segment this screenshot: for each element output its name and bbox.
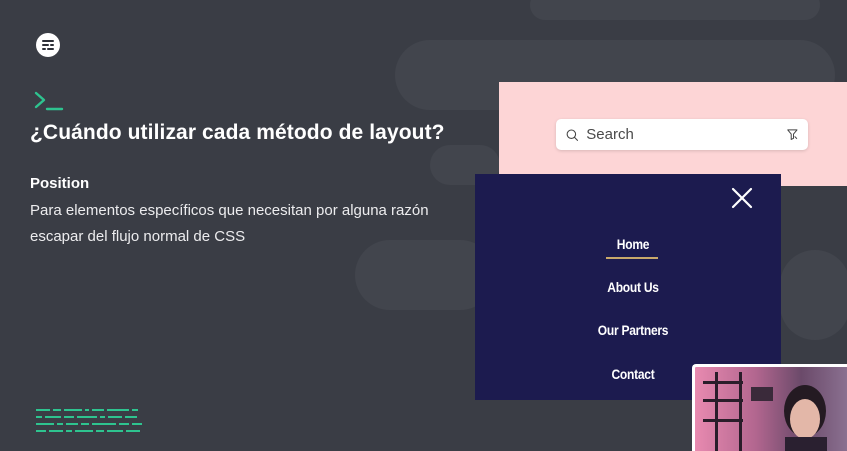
background-shape: [530, 0, 820, 20]
background-shape: [780, 250, 847, 340]
description-text: Para elementos específicos que necesitan…: [30, 202, 429, 245]
section-label: Position: [30, 175, 90, 192]
nav-item-our-partners[interactable]: Our Partners: [581, 322, 684, 338]
funnel-icon[interactable]: [787, 127, 798, 142]
search-input[interactable]: [584, 125, 788, 144]
nav-item-contact[interactable]: Contact: [581, 366, 684, 382]
brand-logo: [36, 33, 60, 57]
decorative-dashes: [36, 409, 142, 437]
page-title: ¿Cuándo utilizar cada método de layout?: [30, 121, 445, 144]
close-icon[interactable]: [730, 186, 754, 210]
search-bar[interactable]: [556, 119, 808, 150]
terminal-prompt-icon: [34, 90, 64, 117]
background-shape: [355, 240, 495, 310]
presenter-video: [703, 372, 827, 451]
webcam-overlay: [692, 364, 847, 451]
nav-item-about-us[interactable]: About Us: [581, 279, 684, 295]
nav-active-underline: [606, 257, 658, 259]
nav-item-home[interactable]: Home: [581, 236, 684, 252]
stacked-lines-logo-icon: [42, 40, 54, 50]
search-icon: [566, 128, 579, 141]
